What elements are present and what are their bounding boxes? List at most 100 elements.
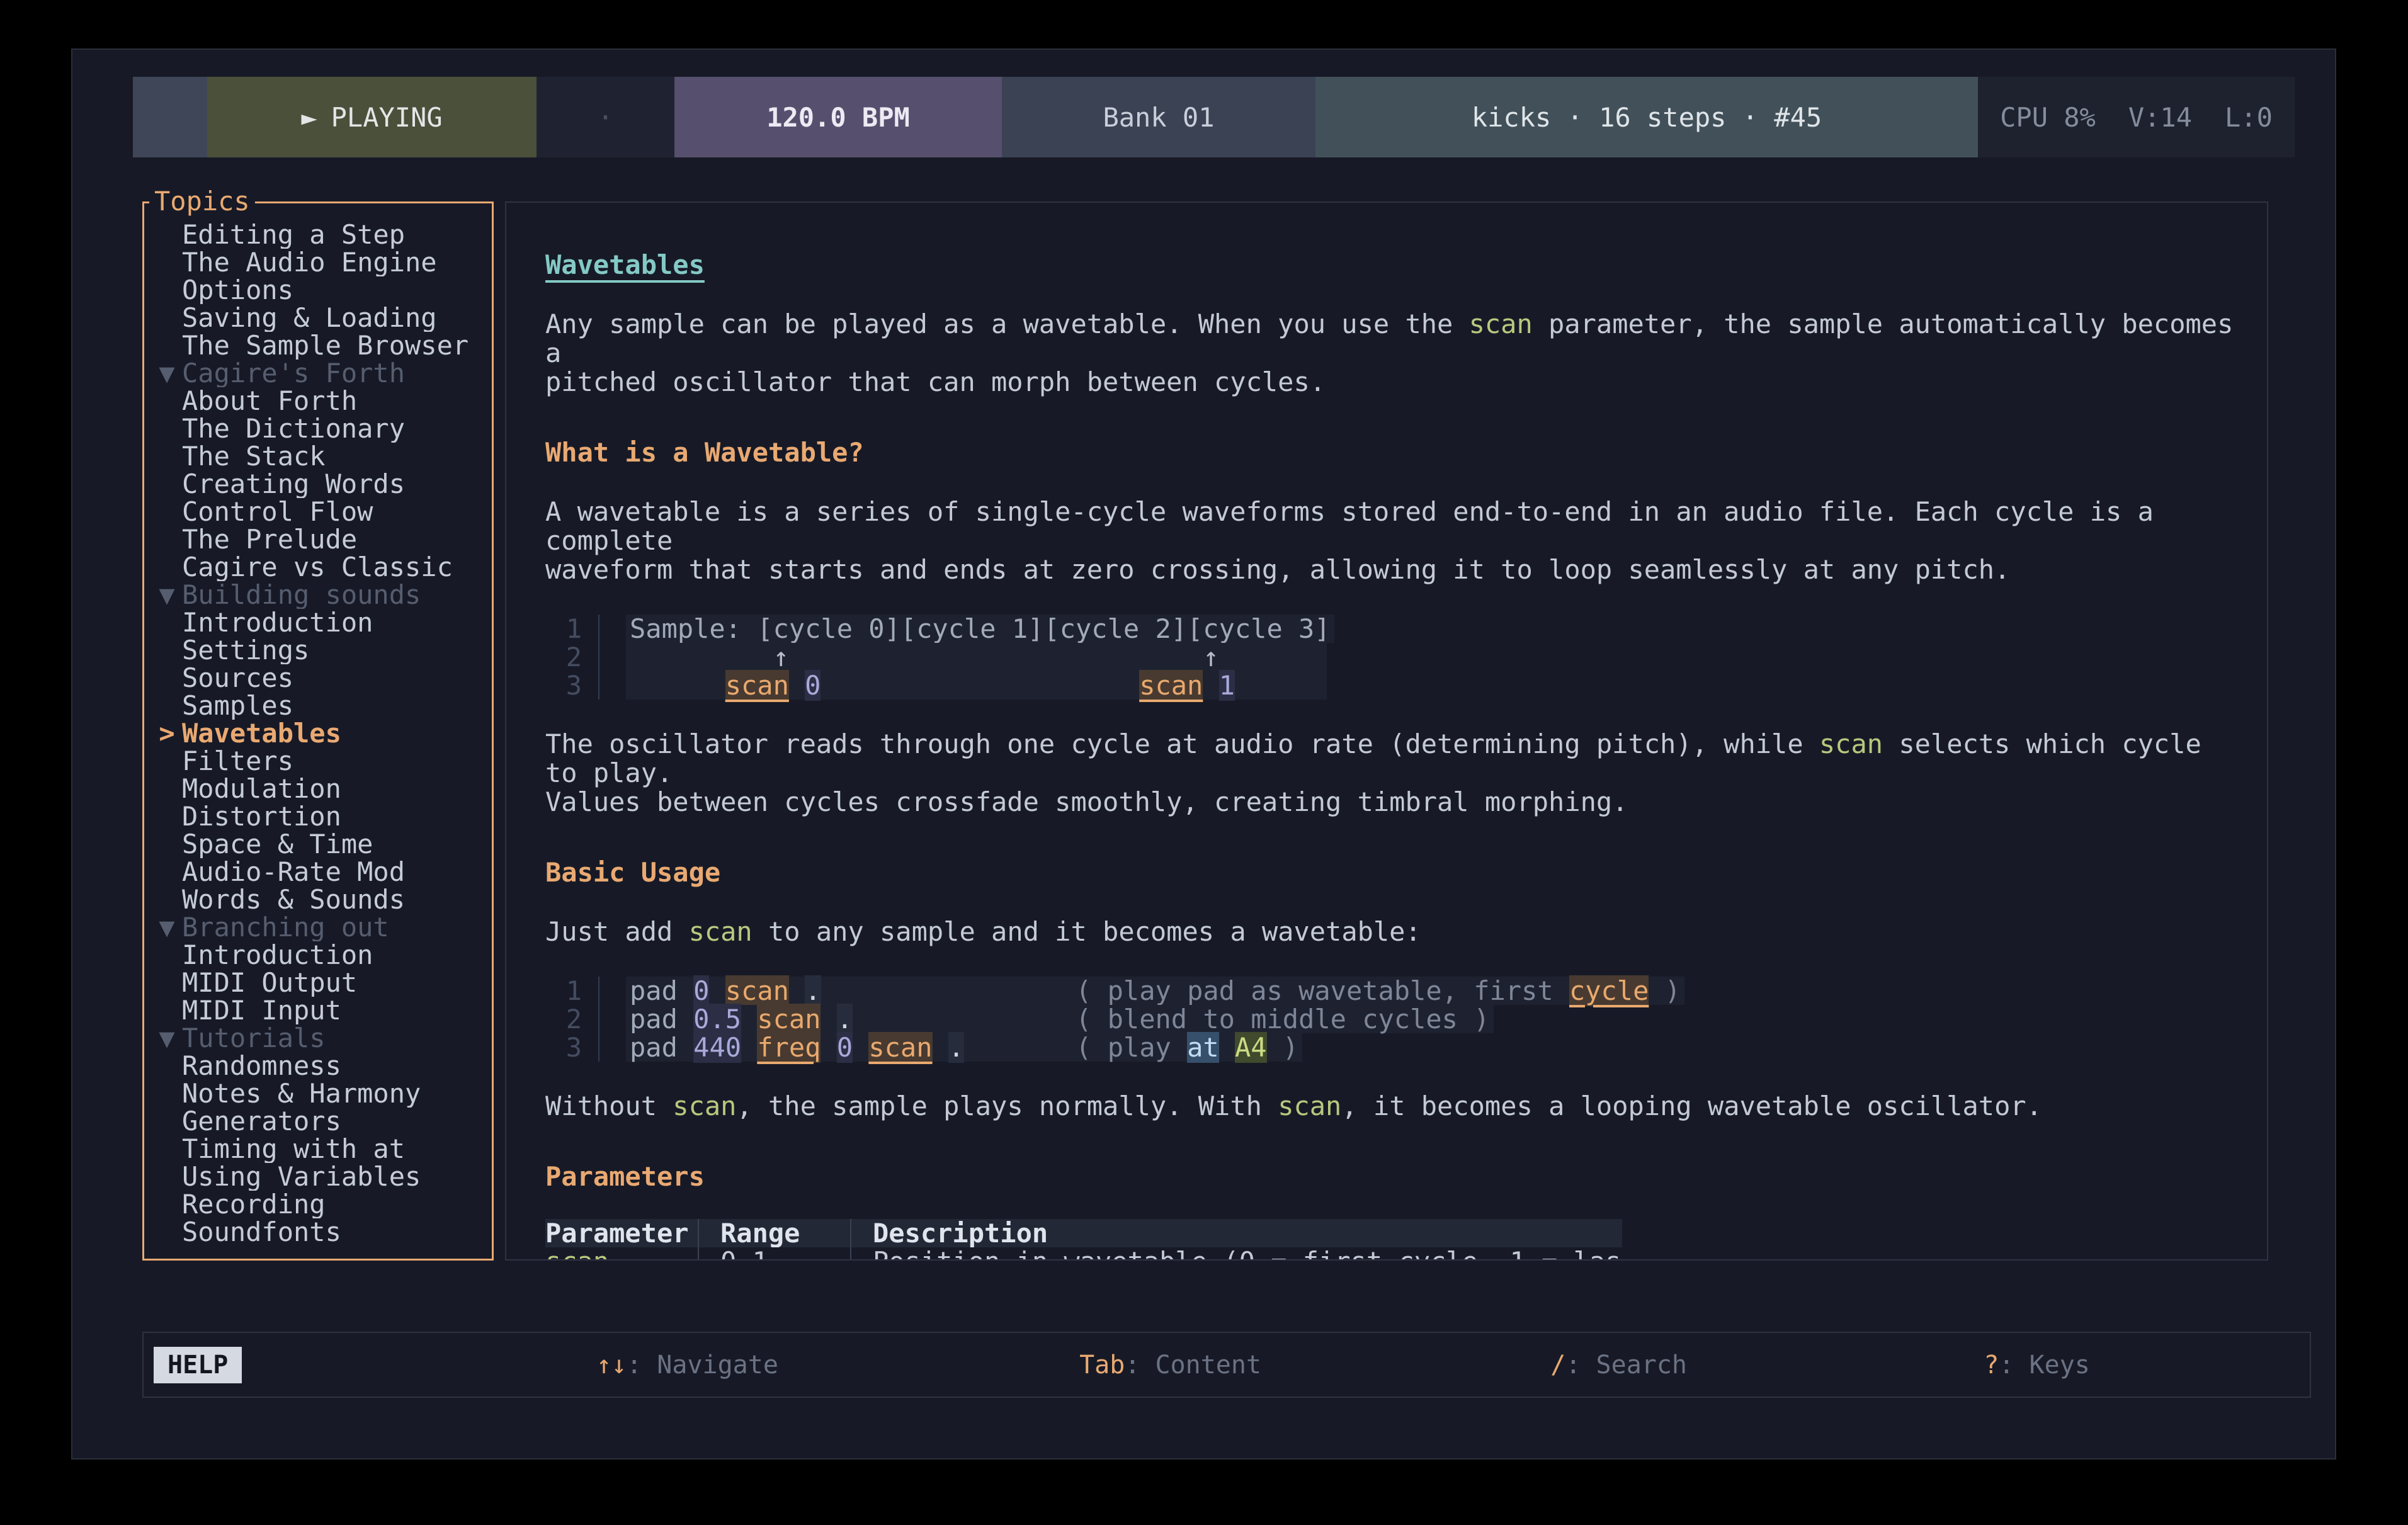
code-token-ic[interactable]: scan: [673, 1091, 736, 1121]
sidebar-topic-item[interactable]: Cagire vs Classic: [144, 553, 492, 581]
help-mode-badge: HELP: [154, 1347, 242, 1383]
code-token-text: pad: [630, 1004, 693, 1035]
topic-marker-icon: [152, 221, 182, 249]
sidebar-topic-item[interactable]: MIDI Input: [144, 997, 492, 1024]
code-token-text: [853, 1032, 868, 1063]
code-line: 1 Sample: [cycle 0][cycle 1][cycle 2][cy…: [545, 615, 2242, 643]
code-token-kw[interactable]: scan: [757, 1004, 821, 1035]
sidebar-topic-item[interactable]: Space & Time: [144, 831, 492, 858]
code-token-text: to any sample and it becomes a wavetable…: [752, 916, 1421, 947]
cell-parameter: scan: [545, 1247, 698, 1261]
sidebar-topic-item[interactable]: Settings: [144, 637, 492, 664]
sidebar-topic-item[interactable]: Modulation: [144, 775, 492, 803]
play-icon: ►: [301, 102, 317, 133]
topic-label: Tutorials: [182, 1024, 492, 1052]
sidebar-topic-item[interactable]: The Stack: [144, 443, 492, 470]
sidebar-topic-item[interactable]: Control Flow: [144, 498, 492, 526]
line-number: 1: [545, 615, 582, 643]
sidebar-topic-item[interactable]: Notes & Harmony: [144, 1080, 492, 1108]
topic-marker-icon: [152, 526, 182, 553]
sidebar-topic-item[interactable]: Randomness: [144, 1052, 492, 1080]
code-token-text: A wavetable is a series of single-cycle …: [545, 496, 2169, 585]
parameters-table: Parameter Range Description scan 0-1 Pos…: [545, 1219, 1622, 1261]
code-token-text: [789, 642, 1203, 672]
sidebar-topic-item[interactable]: ▼ Tutorials: [144, 1024, 492, 1052]
col-header-description: Description: [850, 1219, 1622, 1247]
sidebar-topic-item[interactable]: Samples: [144, 692, 492, 720]
paragraph-definition: A wavetable is a series of single-cycle …: [545, 497, 2242, 584]
sidebar-topic-item[interactable]: MIDI Output: [144, 969, 492, 997]
gutter-divider: [598, 615, 599, 643]
sidebar-topic-item[interactable]: About Forth: [144, 387, 492, 415]
col-header-parameter: Parameter: [545, 1219, 698, 1247]
topic-marker-icon: [152, 831, 182, 858]
topic-marker-icon: [152, 747, 182, 775]
sidebar-topic-item[interactable]: The Audio Engine: [144, 249, 492, 276]
topic-label: Recording: [182, 1191, 492, 1218]
sidebar-topic-item[interactable]: Words & Sounds: [144, 886, 492, 914]
topic-marker-icon: [152, 1080, 182, 1108]
sidebar-topic-item[interactable]: ▼ Branching out: [144, 914, 492, 941]
code-token-kw[interactable]: scan: [725, 670, 789, 701]
sidebar-topic-item[interactable]: ▼ Cagire's Forth: [144, 360, 492, 387]
code-token-kw[interactable]: freq: [757, 1032, 821, 1063]
sidebar-topic-item[interactable]: Introduction: [144, 941, 492, 969]
topic-label: Modulation: [182, 775, 492, 803]
sidebar-topic-item[interactable]: Timing with at: [144, 1135, 492, 1163]
code-token-text: Just add: [545, 916, 689, 947]
sidebar-topic-item[interactable]: Using Variables: [144, 1163, 492, 1191]
sidebar-topic-item[interactable]: Generators: [144, 1108, 492, 1135]
sidebar-topic-item[interactable]: > Wavetables: [144, 720, 492, 747]
page-title: Wavetables: [545, 251, 2242, 280]
code-token-kw[interactable]: scan: [868, 1032, 932, 1063]
sidebar-topic-item[interactable]: Audio-Rate Mod: [144, 858, 492, 886]
sidebar-topic-item[interactable]: Options: [144, 276, 492, 304]
code-token-num: 0.5: [693, 1004, 741, 1035]
code-token-kw[interactable]: scan: [725, 975, 789, 1006]
status-footer: HELP ↑↓: Navigate Tab: Content /: Search…: [142, 1332, 2311, 1398]
tab-key: Tab: [1079, 1351, 1125, 1380]
topic-marker-icon: [152, 1218, 182, 1246]
sidebar-topic-item[interactable]: Sources: [144, 664, 492, 692]
code-token-kwlink[interactable]: cycle: [1569, 975, 1649, 1006]
sidebar-topic-item[interactable]: The Prelude: [144, 526, 492, 553]
code-token-at[interactable]: at: [1187, 1032, 1219, 1063]
topic-marker-icon: [152, 498, 182, 526]
topic-marker-icon: >: [152, 720, 182, 747]
code-token-note[interactable]: A4: [1235, 1032, 1267, 1063]
code-token-text: , it becomes a looping wavetable oscilla…: [1341, 1091, 2042, 1121]
code-token-text: Sample: [cycle 0][cycle 1][cycle 2][cycl…: [630, 613, 1331, 644]
sidebar-topic-item[interactable]: Soundfonts: [144, 1218, 492, 1246]
code-token-text: The oscillator reads through one cycle a…: [545, 728, 1819, 759]
sidebar-topic-item[interactable]: Creating Words: [144, 470, 492, 498]
sidebar-topic-item[interactable]: The Dictionary: [144, 415, 492, 443]
topic-marker-icon: [152, 415, 182, 443]
parameters-table-header: Parameter Range Description: [545, 1219, 1622, 1247]
code-token-ic[interactable]: scan: [1469, 309, 1533, 339]
sidebar-topic-item[interactable]: Distortion: [144, 803, 492, 831]
code-token-text: [789, 670, 805, 701]
topic-label: The Prelude: [182, 526, 492, 553]
topic-marker-icon: [152, 1108, 182, 1135]
code-token-text: [630, 670, 725, 701]
sidebar-topic-item[interactable]: ▼ Building sounds: [144, 581, 492, 609]
code-token-text: [630, 642, 773, 672]
cpu-stat: CPU 8%: [2000, 102, 2096, 133]
sidebar-topic-item[interactable]: Saving & Loading: [144, 304, 492, 332]
sidebar-topic-item[interactable]: The Sample Browser: [144, 332, 492, 360]
table-row: scan 0-1 Position in wavetable (0 = firs…: [545, 1247, 1622, 1261]
code-token-num: 0: [805, 670, 821, 701]
sidebar-topic-item[interactable]: Recording: [144, 1191, 492, 1218]
sidebar-topic-item[interactable]: Filters: [144, 747, 492, 775]
code-token-ic[interactable]: scan: [1278, 1091, 1341, 1121]
code-token-ic[interactable]: scan: [689, 916, 752, 947]
code-token-ic[interactable]: scan: [1819, 728, 1883, 759]
topic-label: Audio-Rate Mod: [182, 858, 492, 886]
sidebar-topic-item[interactable]: Introduction: [144, 609, 492, 637]
sidebar-topic-item[interactable]: Editing a Step: [144, 221, 492, 249]
gutter-divider: [598, 671, 599, 700]
code-token-kw[interactable]: scan: [1139, 670, 1203, 701]
code-token-text: [821, 670, 1139, 701]
topic-marker-icon: [152, 553, 182, 581]
system-stats: CPU 8% V:14 L:0: [1978, 77, 2295, 157]
